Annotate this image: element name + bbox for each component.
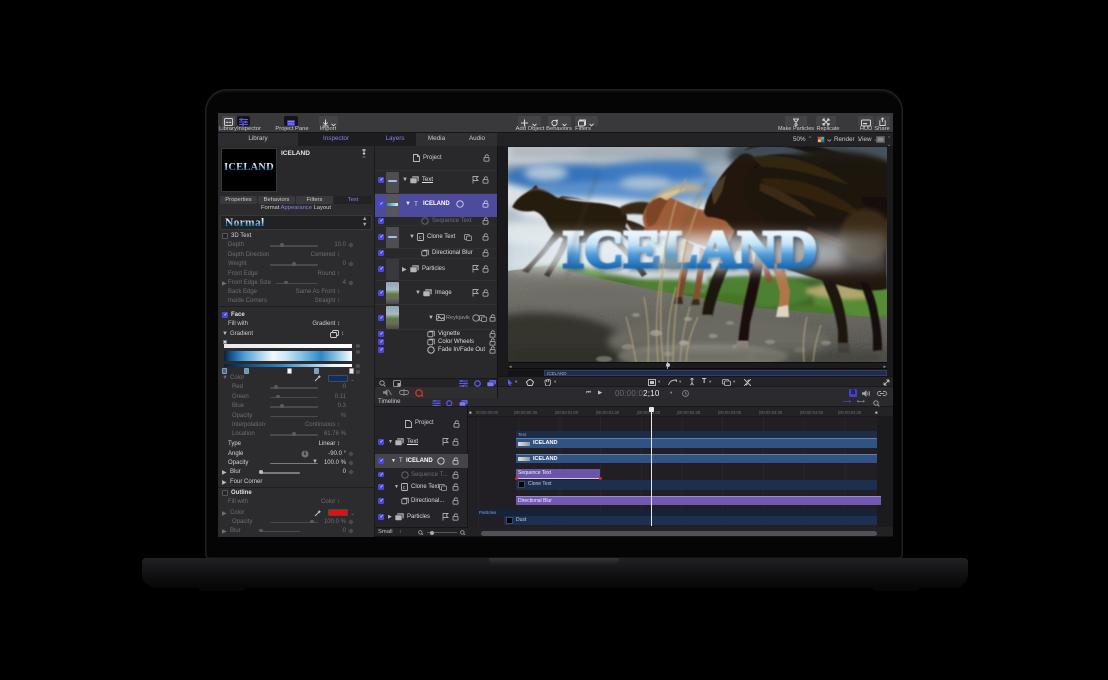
svg-text:c: c: [403, 485, 406, 491]
svg-text:c: c: [419, 235, 422, 241]
